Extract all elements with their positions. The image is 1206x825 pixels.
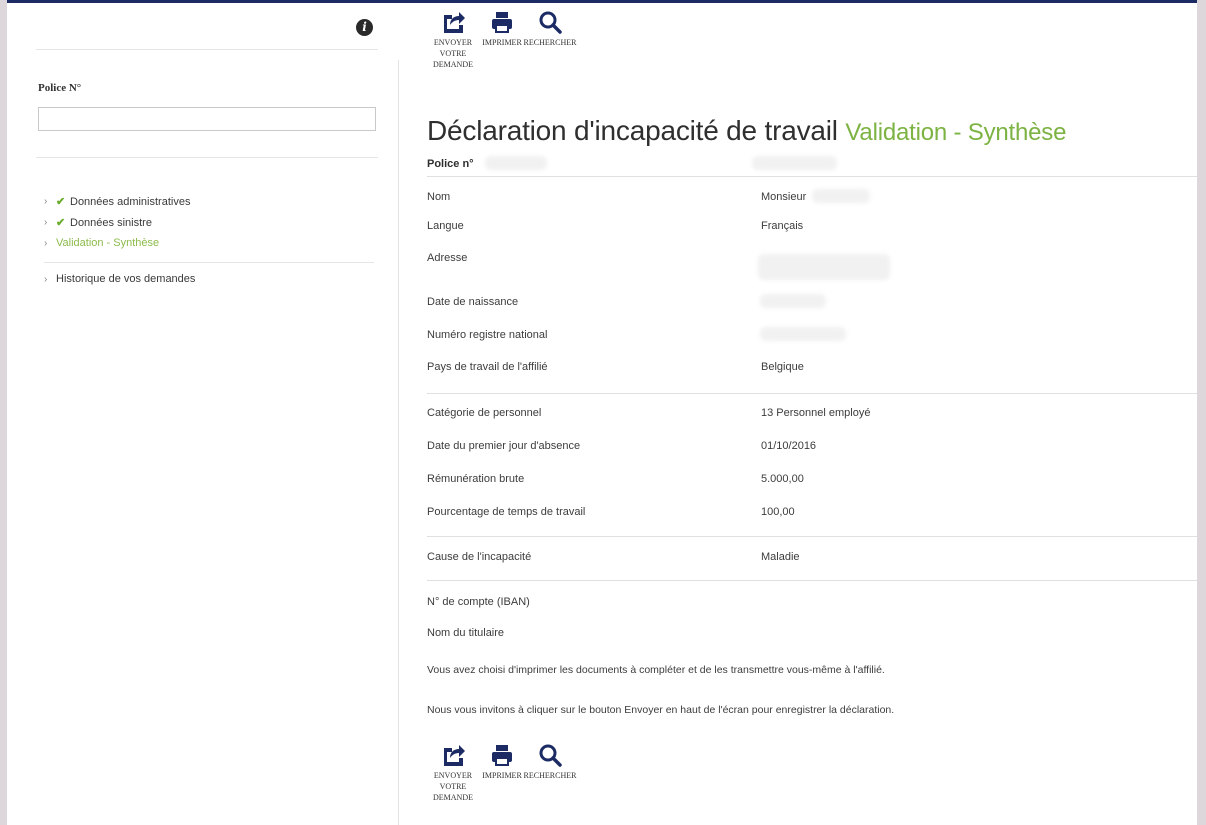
page-title-main: Déclaration d'incapacité de travail [427,114,838,146]
categorie-value: 13 Personnel employé [761,407,871,419]
printer-icon [492,12,512,33]
send-note: Nous vous invitons à cliquer sur le bout… [427,704,895,716]
redacted-name [812,189,870,203]
send-button-label: ENVOYER VOTRE DEMANDE [433,771,473,802]
chevron-right-icon: › [44,237,48,249]
search-button-label: RECHERCHER [523,771,577,780]
police-input[interactable] [38,107,376,131]
naissance-label: Date de naissance [427,296,519,308]
check-icon: ✔ [56,196,66,208]
cause-label: Cause de l'incapacité [427,551,532,563]
search-icon [539,11,562,34]
right-edge [1197,0,1206,825]
categorie-label: Catégorie de personnel [427,407,542,419]
sidebar-divider [36,49,378,50]
search-icon [539,744,562,767]
row-divider [427,393,1197,394]
page-subtitle: Validation - Synthèse [845,118,1067,146]
search-button[interactable]: RECHERCHER [524,743,576,803]
content-divider [398,60,399,825]
send-button-label: ENVOYER VOTRE DEMANDE [433,38,473,69]
pays-label: Pays de travail de l'affilié [427,361,548,373]
row-divider [427,580,1197,581]
remuneration-value: 5.000,00 [761,473,804,485]
chevron-right-icon: › [44,196,48,207]
nom-label: Nom [427,191,451,203]
print-note: Vous avez choisi d'imprimer les document… [427,664,885,676]
pourcentage-label: Pourcentage de temps de travail [427,506,586,518]
redacted-birthdate [760,294,826,308]
redacted-police-number [485,156,547,170]
search-button[interactable]: RECHERCHER [524,10,576,70]
row-divider [427,176,1197,177]
print-button[interactable]: IMPRIMER [482,743,522,803]
sidebar-item-label: Historique de vos demandes [56,273,196,285]
print-button-label: IMPRIMER [482,38,522,47]
pourcentage-value: 100,00 [761,506,795,518]
absence-value: 01/10/2016 [761,440,817,452]
sidebar-item-label: Validation - Synthèse [56,237,160,249]
langue-value: Français [761,220,804,232]
sidebar-divider [36,157,378,158]
sidebar-divider [44,262,374,263]
page-title: Déclaration d'incapacité de travail Vali… [427,115,1066,147]
sidebar-item-label: Données administratives [70,195,191,208]
remuneration-label: Rémunération brute [427,473,525,485]
send-button[interactable]: ENVOYER VOTRE DEMANDE [432,10,474,70]
left-edge [0,0,7,825]
redacted-address [758,254,890,280]
chevron-right-icon: › [44,217,48,228]
police-row-label: Police n° [427,158,474,170]
printer-icon [492,745,512,766]
info-icon[interactable]: i [356,19,373,36]
sidebar-item-validation-synthese[interactable]: › Validation - Synthèse [44,237,159,249]
check-icon: ✔ [56,217,66,229]
share-icon [444,745,465,766]
redacted-national-number [760,327,846,341]
print-button[interactable]: IMPRIMER [482,10,522,70]
sidebar-item-donnees-sinistre[interactable]: › ✔ Données sinistre [44,216,152,230]
titulaire-label: Nom du titulaire [427,627,505,639]
sidebar-item-donnees-administratives[interactable]: › ✔ Données administratives [44,195,191,209]
registre-label: Numéro registre national [427,329,548,341]
cause-value: Maladie [761,551,800,563]
sidebar-item-label: Données sinistre [70,216,152,229]
chevron-right-icon: › [44,273,48,285]
adresse-label: Adresse [427,252,468,264]
toolbar-top: ENVOYER VOTRE DEMANDE IMPRIMER RECHERCHE… [432,10,576,70]
iban-label: N° de compte (IBAN) [427,596,530,608]
share-icon [444,12,465,33]
send-button[interactable]: ENVOYER VOTRE DEMANDE [432,743,474,803]
sidebar-item-historique[interactable]: › Historique de vos demandes [44,273,195,285]
search-button-label: RECHERCHER [523,38,577,47]
row-divider [427,536,1197,537]
toolbar-bottom: ENVOYER VOTRE DEMANDE IMPRIMER RECHERCHE… [432,743,576,803]
pays-value: Belgique [761,361,804,373]
redacted-police-value [752,156,837,170]
langue-label: Langue [427,220,464,232]
nom-value: Monsieur [761,191,807,203]
print-button-label: IMPRIMER [482,771,522,780]
absence-label: Date du premier jour d'absence [427,440,581,452]
police-label: Police N° [38,82,82,94]
